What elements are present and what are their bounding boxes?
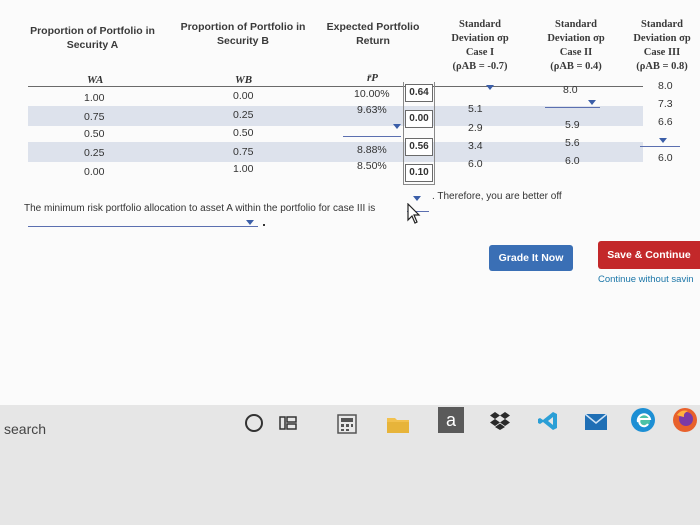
table-header-rule bbox=[28, 86, 643, 87]
question-text-after: . Therefore, you are better off bbox=[432, 191, 562, 202]
wa-cell: 1.00 bbox=[84, 92, 105, 104]
case2-cell: 5.6 bbox=[565, 137, 580, 149]
taskbar: search a bbox=[0, 405, 700, 525]
row-band-2 bbox=[28, 142, 643, 162]
file-explorer-icon[interactable] bbox=[384, 411, 412, 437]
case2-dropdown-arrow-icon[interactable] bbox=[588, 100, 596, 105]
symbol-rp: r̄P bbox=[367, 72, 378, 84]
case1-cell: 2.9 bbox=[468, 122, 483, 134]
wa-cell: 0.50 bbox=[84, 128, 105, 140]
return-cell: 10.00% bbox=[354, 88, 390, 100]
header-expected-return: Expected Portfolio Return bbox=[326, 21, 420, 47]
wb-cell: 1.00 bbox=[233, 163, 254, 175]
wb-cell: 0.75 bbox=[233, 146, 254, 158]
dropbox-icon[interactable] bbox=[486, 407, 514, 435]
question-text: The minimum risk portfolio allocation to… bbox=[24, 203, 376, 214]
wa-cell: 0.00 bbox=[84, 166, 105, 178]
return-cell: 8.88% bbox=[357, 144, 387, 156]
cortana-icon[interactable] bbox=[242, 411, 266, 435]
symbol-wa: WA bbox=[87, 74, 104, 86]
save-and-continue-button[interactable]: Save & Continue bbox=[598, 241, 700, 269]
return-dropdown-arrow-icon[interactable] bbox=[393, 124, 401, 129]
case1-cell: 3.4 bbox=[468, 140, 483, 152]
grade-it-now-button[interactable]: Grade It Now bbox=[489, 245, 573, 271]
case3-cell: 6.6 bbox=[658, 116, 673, 128]
firefox-icon[interactable] bbox=[670, 405, 700, 435]
case1-dropdown-arrow-icon[interactable] bbox=[486, 85, 494, 90]
header-proportion-b: Proportion of Portfolio in Security B bbox=[180, 21, 306, 47]
question-dropdown-arrow-icon[interactable] bbox=[413, 196, 421, 201]
search-label: search bbox=[4, 421, 47, 437]
header-case-1: Standard Deviation σp Case I (ρAB = -0.7… bbox=[451, 19, 509, 72]
case2-cell: 5.9 bbox=[565, 119, 580, 131]
edge-icon[interactable] bbox=[628, 405, 658, 435]
answer-select-arrow-icon[interactable] bbox=[246, 220, 254, 225]
continue-without-saving-link[interactable]: Continue without savin bbox=[598, 274, 694, 285]
visual-studio-icon[interactable] bbox=[534, 407, 562, 435]
mail-icon[interactable] bbox=[582, 409, 610, 435]
wa-cell: 0.75 bbox=[84, 111, 105, 123]
case3-cell: 8.0 bbox=[658, 80, 673, 92]
answer-column-outline bbox=[403, 82, 435, 185]
header-case-3: Standard Deviation σp Case III (ρAB = 0.… bbox=[633, 19, 691, 72]
task-view-icon[interactable] bbox=[276, 411, 300, 435]
store-letter: a bbox=[438, 407, 464, 433]
search-box[interactable]: search bbox=[0, 415, 220, 445]
return-blank-input[interactable] bbox=[343, 136, 401, 137]
case3-dropdown-arrow-icon[interactable] bbox=[659, 138, 667, 143]
case1-cell: 5.1 bbox=[468, 103, 483, 115]
case3-cell: 7.3 bbox=[658, 98, 673, 110]
homework-page: Proportion of Portfolio in Security A Pr… bbox=[0, 0, 700, 405]
symbol-wb: WB bbox=[235, 74, 253, 86]
wb-cell: 0.25 bbox=[233, 109, 254, 121]
wb-cell: 0.00 bbox=[233, 90, 254, 102]
header-proportion-a: Proportion of Portfolio in Security A bbox=[30, 25, 155, 51]
wb-cell: 0.50 bbox=[233, 127, 254, 139]
calculator-icon[interactable] bbox=[334, 411, 360, 437]
answer-select[interactable] bbox=[28, 226, 258, 227]
header-case-2: Standard Deviation σp Case II (ρAB = 0.4… bbox=[547, 19, 605, 72]
row-band-1 bbox=[28, 106, 643, 126]
return-cell: 9.63% bbox=[357, 104, 387, 116]
return-cell: 8.50% bbox=[357, 160, 387, 172]
case1-cell: 6.0 bbox=[468, 158, 483, 170]
case2-cell: 8.0 bbox=[563, 84, 578, 96]
wa-cell: 0.25 bbox=[84, 147, 105, 159]
store-icon[interactable]: a bbox=[436, 405, 466, 435]
case3-blank-input[interactable] bbox=[640, 146, 680, 147]
mouse-cursor-icon bbox=[407, 203, 421, 224]
case2-cell: 6.0 bbox=[565, 155, 580, 167]
case3-cell: 6.0 bbox=[658, 152, 673, 164]
answer-select-dot bbox=[263, 224, 265, 226]
case2-blank-input[interactable] bbox=[545, 107, 600, 108]
